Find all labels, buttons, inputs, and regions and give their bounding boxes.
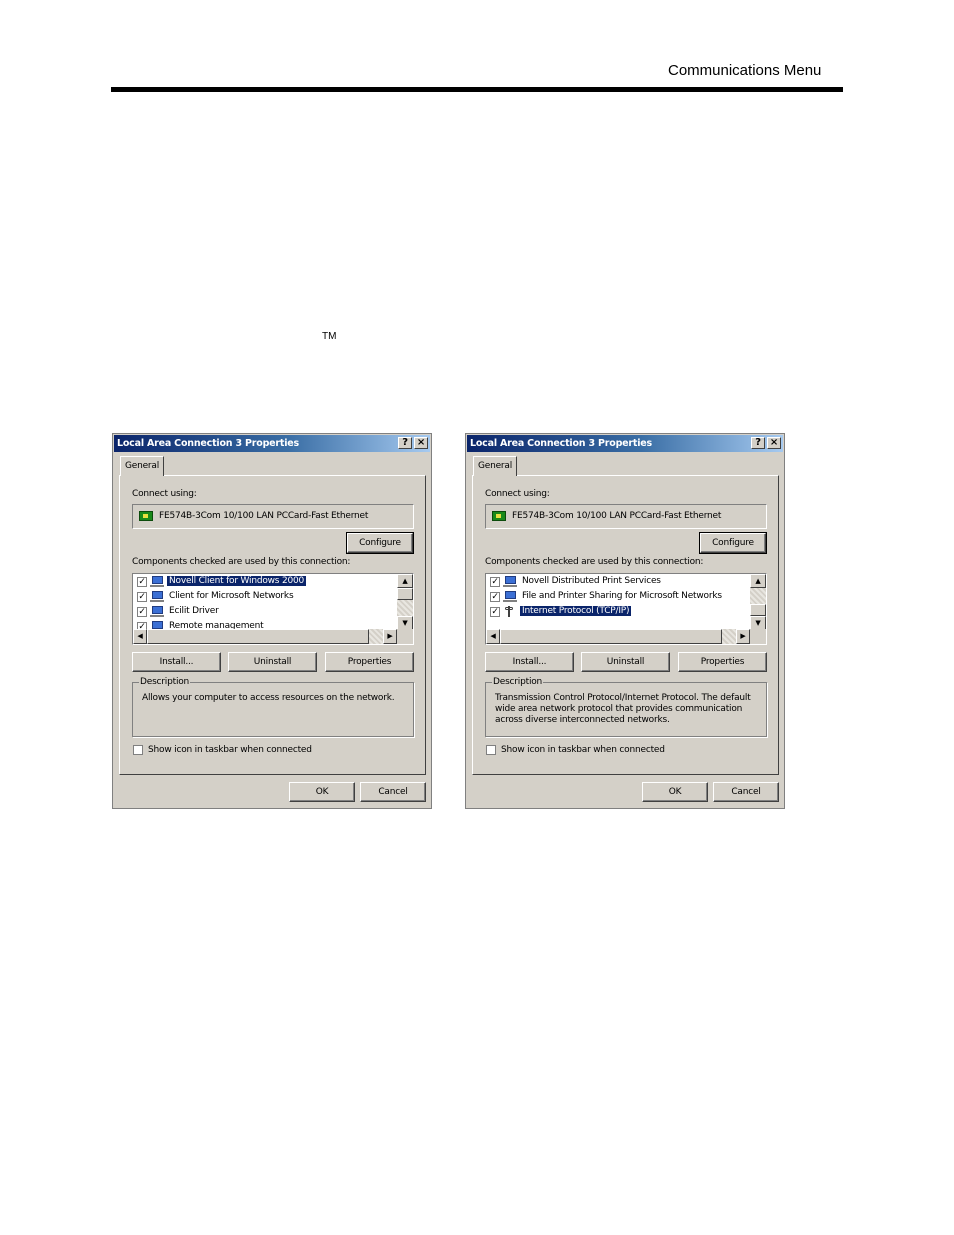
cancel-button[interactable]: Cancel (360, 782, 426, 802)
uninstall-button[interactable]: Uninstall (228, 652, 317, 672)
trademark-symbol: TM (322, 331, 337, 342)
title-bar[interactable]: Local Area Connection 3 Properties ? × (114, 435, 430, 452)
properties-dialog-right: Local Area Connection 3 Properties ? × G… (465, 433, 785, 809)
scroll-thumb[interactable] (750, 604, 766, 616)
component-checkbox[interactable]: ✓ (137, 577, 147, 587)
component-label: Novell Distributed Print Services (522, 576, 661, 586)
configure-button[interactable]: Configure (346, 532, 414, 554)
show-icon-checkbox[interactable] (133, 745, 143, 755)
component-checkbox[interactable]: ✓ (490, 577, 500, 587)
page-header: Communications Menu (668, 62, 822, 79)
description-group: Description Transmission Control Protoco… (485, 677, 767, 737)
adapter-field: FE574B-3Com 10/100 LAN PCCard-Fast Ether… (485, 504, 767, 529)
scroll-left-icon[interactable]: ◀ (486, 629, 500, 644)
component-label: Novell Client for Windows 2000 (167, 576, 307, 586)
tab-general[interactable]: General (120, 456, 164, 476)
header-rule (111, 87, 843, 92)
description-title: Description (139, 677, 191, 687)
show-icon-label: Show icon in taskbar when connected (148, 745, 312, 755)
tab-general[interactable]: General (473, 456, 517, 476)
adapter-name: FE574B-3Com 10/100 LAN PCCard-Fast Ether… (512, 511, 722, 521)
scroll-right-icon[interactable]: ▶ (736, 629, 750, 644)
install-button[interactable]: Install... (485, 652, 574, 672)
component-label: Ecilit Driver (169, 606, 219, 616)
description-title: Description (492, 677, 544, 687)
network-adapter-icon (139, 511, 153, 521)
scroll-thumb[interactable] (397, 588, 413, 600)
component-label: File and Printer Sharing for Microsoft N… (522, 591, 722, 601)
show-icon-label: Show icon in taskbar when connected (501, 745, 665, 755)
scroll-up-icon[interactable]: ▲ (750, 574, 766, 588)
network-service-icon (150, 606, 164, 617)
network-adapter-icon (492, 511, 506, 521)
dialog-title: Local Area Connection 3 Properties (470, 438, 652, 449)
connect-using-label: Connect using: (132, 489, 197, 499)
network-service-icon (503, 576, 517, 587)
title-bar[interactable]: Local Area Connection 3 Properties ? × (467, 435, 783, 452)
component-label: Client for Microsoft Networks (169, 591, 294, 601)
scroll-right-icon[interactable]: ▶ (383, 629, 397, 644)
adapter-field: FE574B-3Com 10/100 LAN PCCard-Fast Ether… (132, 504, 414, 529)
scroll-down-icon[interactable]: ▼ (397, 616, 413, 630)
component-checkbox[interactable]: ✓ (137, 592, 147, 602)
scroll-thumb[interactable] (500, 629, 722, 644)
show-icon-checkbox[interactable] (486, 745, 496, 755)
scroll-up-icon[interactable]: ▲ (397, 574, 413, 588)
horizontal-scrollbar[interactable]: ◀ ▶ (133, 629, 397, 644)
scroll-down-icon[interactable]: ▼ (750, 616, 766, 630)
scroll-thumb[interactable] (147, 629, 369, 644)
adapter-name: FE574B-3Com 10/100 LAN PCCard-Fast Ether… (159, 511, 369, 521)
scroll-corner (750, 629, 766, 644)
install-button[interactable]: Install... (132, 652, 221, 672)
configure-button[interactable]: Configure (699, 532, 767, 554)
component-checkbox[interactable]: ✓ (137, 607, 147, 617)
components-list[interactable]: ✓ Novell Client for Windows 2000 ✓ Clien… (132, 573, 414, 645)
network-service-icon (503, 591, 517, 602)
components-label: Components checked are used by this conn… (485, 557, 704, 567)
properties-button[interactable]: Properties (678, 652, 767, 672)
component-label: Internet Protocol (TCP/IP) (520, 606, 632, 616)
description-text: Allows your computer to access resources… (142, 693, 395, 703)
uninstall-button[interactable]: Uninstall (581, 652, 670, 672)
properties-button[interactable]: Properties (325, 652, 414, 672)
horizontal-scrollbar[interactable]: ◀ ▶ (486, 629, 750, 644)
dialog-title: Local Area Connection 3 Properties (117, 438, 299, 449)
component-checkbox[interactable]: ✓ (490, 607, 500, 617)
scroll-corner (397, 629, 413, 644)
description-group: Description Allows your computer to acce… (132, 677, 414, 737)
close-button[interactable]: × (767, 437, 781, 449)
cancel-button[interactable]: Cancel (713, 782, 779, 802)
vertical-scrollbar[interactable]: ▲ ▼ (397, 574, 413, 630)
scroll-left-icon[interactable]: ◀ (133, 629, 147, 644)
protocol-icon (503, 606, 517, 617)
ok-button[interactable]: OK (642, 782, 708, 802)
ok-button[interactable]: OK (289, 782, 355, 802)
vertical-scrollbar[interactable]: ▲ ▼ (750, 574, 766, 630)
close-button[interactable]: × (414, 437, 428, 449)
network-client-icon (150, 576, 164, 587)
network-client-icon (150, 591, 164, 602)
description-text: Transmission Control Protocol/Internet P… (495, 693, 751, 725)
components-list[interactable]: ✓ Novell Distributed Print Services ✓ Fi… (485, 573, 767, 645)
component-checkbox[interactable]: ✓ (490, 592, 500, 602)
connect-using-label: Connect using: (485, 489, 550, 499)
help-button[interactable]: ? (398, 437, 412, 449)
components-label: Components checked are used by this conn… (132, 557, 351, 567)
help-button[interactable]: ? (751, 437, 765, 449)
properties-dialog-left: Local Area Connection 3 Properties ? × G… (112, 433, 432, 809)
